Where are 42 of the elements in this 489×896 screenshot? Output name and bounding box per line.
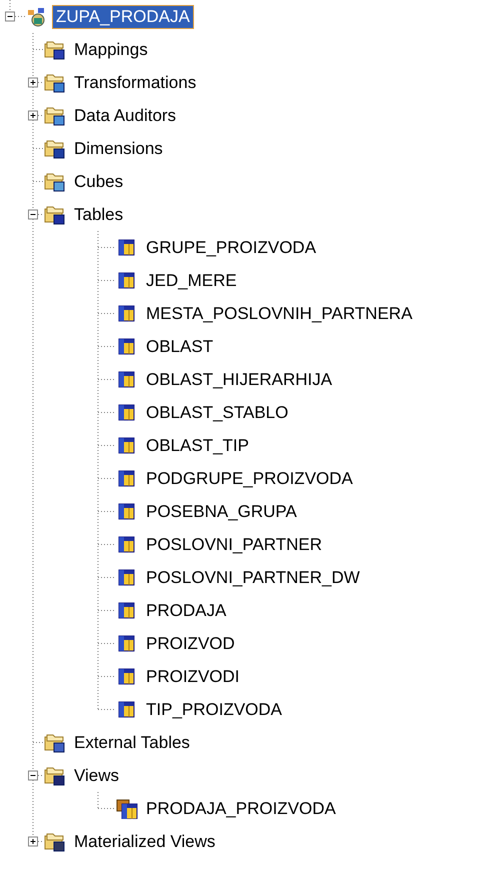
- folder-icon: [44, 40, 66, 60]
- tree-item[interactable]: PROIZVOD: [142, 632, 239, 656]
- expand-toggle[interactable]: [28, 770, 38, 780]
- tree-item[interactable]: External Tables: [70, 730, 194, 754]
- folder-icon: [44, 204, 66, 224]
- expand-toggle[interactable]: [28, 78, 38, 88]
- tree-item[interactable]: OBLAST_HIJERARHIJA: [142, 368, 336, 392]
- folder-icon: [44, 766, 66, 786]
- folder-icon: [44, 172, 66, 192]
- folder-icon: [44, 106, 66, 126]
- tree-item[interactable]: POSLOVNI_PARTNER: [142, 532, 326, 556]
- folder-icon: [44, 732, 66, 752]
- tree-item[interactable]: Transformations: [70, 70, 200, 94]
- tree-item[interactable]: Mappings: [70, 38, 152, 62]
- tree-item[interactable]: Views: [70, 764, 124, 788]
- tree-item[interactable]: Data Auditors: [70, 104, 180, 128]
- tree-item[interactable]: JED_MERE: [142, 268, 241, 292]
- tree-item[interactable]: Materialized Views: [70, 830, 220, 854]
- tree-item[interactable]: Cubes: [70, 170, 128, 194]
- tree-item[interactable]: Tables: [70, 202, 128, 226]
- tree-item[interactable]: OBLAST: [142, 334, 218, 358]
- tree-item[interactable]: MESTA_POSLOVNIH_PARTNERA: [142, 302, 416, 326]
- tree-item[interactable]: PODGRUPE_PROIZVODA: [142, 466, 357, 490]
- tree-item[interactable]: POSLOVNI_PARTNER_DW: [142, 566, 364, 590]
- table-icon: [116, 798, 138, 818]
- tree-item[interactable]: GRUPE_PROIZVODA: [142, 236, 320, 260]
- expand-toggle[interactable]: [5, 12, 15, 22]
- folder-icon: [44, 138, 66, 158]
- folder-icon: [44, 832, 66, 852]
- expand-toggle[interactable]: [28, 110, 38, 120]
- tree-item[interactable]: PRODAJA_PROIZVODA: [142, 796, 340, 820]
- tree-item[interactable]: Dimensions: [70, 136, 167, 160]
- tree-item[interactable]: OBLAST_STABLO: [142, 400, 292, 424]
- folder-icon: [44, 72, 66, 92]
- tree-item[interactable]: ZUPA_PRODAJA: [52, 4, 194, 28]
- tree-item[interactable]: TIP_PROIZVODA: [142, 698, 286, 722]
- expand-toggle[interactable]: [28, 836, 38, 846]
- expand-toggle[interactable]: [28, 210, 38, 220]
- tree-item[interactable]: PROIZVODI: [142, 664, 244, 688]
- tree-item[interactable]: PRODAJA: [142, 598, 230, 622]
- tree-item[interactable]: OBLAST_TIP: [142, 434, 253, 458]
- tree-item[interactable]: POSEBNA_GRUPA: [142, 500, 301, 524]
